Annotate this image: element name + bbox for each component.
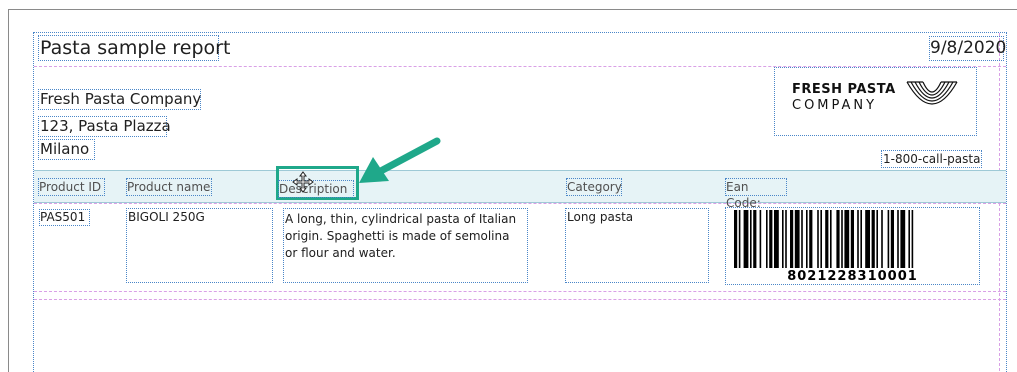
column-header-product-name[interactable]: Product name (126, 178, 212, 196)
logo-text-line2: COMPANY (792, 98, 878, 113)
column-header-ean-code[interactable]: Ean Code: (725, 178, 787, 210)
row-description[interactable]: A long, thin, cylindrical pasta of Itali… (283, 208, 528, 283)
pasta-logo-icon (906, 81, 958, 105)
row-category[interactable]: Long pasta (565, 208, 709, 283)
company-address[interactable]: 123, Pasta Plazza (38, 116, 171, 137)
column-header-product-id[interactable]: Product ID (38, 178, 105, 196)
logo-text-line1: FRESH PASTA (792, 82, 896, 97)
guide-line-row-top (34, 203, 1006, 204)
guide-line-row-bottom (34, 291, 1006, 292)
description-field: Description (278, 180, 354, 198)
company-city[interactable]: Milano (38, 139, 95, 160)
barcode-icon (734, 210, 914, 268)
company-phone[interactable]: 1-800-call-pasta (881, 150, 982, 168)
row-ean-barcode[interactable]: 8021228310001 (725, 207, 980, 285)
row-product-id[interactable]: PAS501 (39, 209, 90, 226)
company-name[interactable]: Fresh Pasta Company (38, 89, 201, 110)
row-product-name[interactable]: BIGOLI 250G (126, 208, 273, 283)
report-title[interactable]: Pasta sample report (38, 35, 230, 61)
barcode-number: 8021228310001 (787, 269, 918, 284)
company-logo[interactable]: FRESH PASTA COMPANY (774, 67, 977, 136)
guide-line-detail-bottom (34, 299, 1006, 300)
report-date[interactable]: 9/8/2020 (929, 36, 1006, 61)
annotation-arrow-icon (359, 137, 441, 183)
move-cursor-icon (292, 171, 314, 193)
column-header-category[interactable]: Category (566, 178, 622, 196)
column-header-description[interactable]: Description (276, 166, 359, 200)
